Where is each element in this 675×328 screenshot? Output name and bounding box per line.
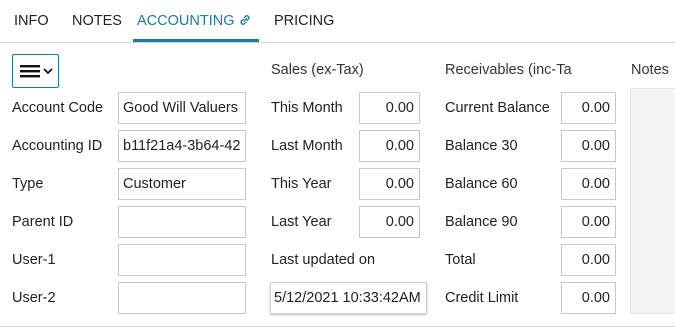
total-label: Total — [445, 252, 476, 268]
user1-label: User-1 — [12, 252, 56, 268]
user1-field[interactable] — [118, 244, 246, 276]
tab-notes[interactable]: NOTES — [72, 13, 122, 29]
hamburger-icon — [20, 65, 53, 78]
bottom-divider — [0, 326, 675, 327]
tab-bar: INFO NOTES ACCOUNTING PRICING — [0, 0, 675, 43]
tab-info[interactable]: INFO — [14, 13, 49, 29]
tab-accounting[interactable]: ACCOUNTING — [137, 13, 252, 31]
total-field[interactable]: 0.00 — [561, 244, 616, 276]
accounting-id-field[interactable]: b11f21a4-3b64-42 — [118, 130, 246, 162]
last-year-label: Last Year — [271, 214, 332, 230]
receivables-header: Receivables (inc-Ta — [445, 62, 572, 78]
last-month-field[interactable]: 0.00 — [359, 130, 420, 162]
account-code-field[interactable]: Good Will Valuers — [118, 92, 246, 124]
balance60-label: Balance 60 — [445, 176, 518, 192]
tab-pricing[interactable]: PRICING — [274, 13, 334, 29]
current-balance-label: Current Balance — [445, 100, 550, 116]
link-icon — [238, 13, 252, 31]
credit-limit-label: Credit Limit — [445, 290, 519, 306]
parent-id-field[interactable] — [118, 206, 246, 238]
balance30-label: Balance 30 — [445, 138, 518, 154]
user2-label: User-2 — [12, 290, 56, 306]
current-balance-field[interactable]: 0.00 — [561, 92, 616, 124]
sales-header: Sales (ex-Tax) — [271, 62, 364, 78]
last-updated-label: Last updated on — [271, 252, 376, 268]
this-year-field[interactable]: 0.00 — [359, 168, 420, 200]
accounting-id-label: Accounting ID — [12, 138, 103, 154]
active-tab-indicator — [133, 39, 259, 42]
this-month-label: This Month — [271, 100, 343, 116]
account-code-label: Account Code — [12, 100, 104, 116]
credit-limit-field[interactable]: 0.00 — [561, 282, 616, 314]
user2-field[interactable] — [118, 282, 246, 314]
parent-id-label: Parent ID — [12, 214, 74, 230]
chevron-down-icon — [43, 68, 53, 75]
last-updated-field[interactable]: 5/12/2021 10:33:42AM — [270, 282, 427, 314]
balance60-field[interactable]: 0.00 — [561, 168, 616, 200]
balance90-field[interactable]: 0.00 — [561, 206, 616, 238]
type-field[interactable]: Customer — [118, 168, 246, 200]
last-year-field[interactable]: 0.00 — [359, 206, 420, 238]
balance90-label: Balance 90 — [445, 214, 518, 230]
last-month-label: Last Month — [271, 138, 343, 154]
menu-button[interactable] — [12, 54, 59, 88]
type-label: Type — [12, 176, 44, 192]
this-month-field[interactable]: 0.00 — [359, 92, 420, 124]
tab-accounting-label: ACCOUNTING — [137, 13, 235, 29]
this-year-label: This Year — [271, 176, 332, 192]
balance30-field[interactable]: 0.00 — [561, 130, 616, 162]
notes-header: Notes — [631, 62, 669, 78]
notes-textarea[interactable] — [630, 88, 675, 314]
